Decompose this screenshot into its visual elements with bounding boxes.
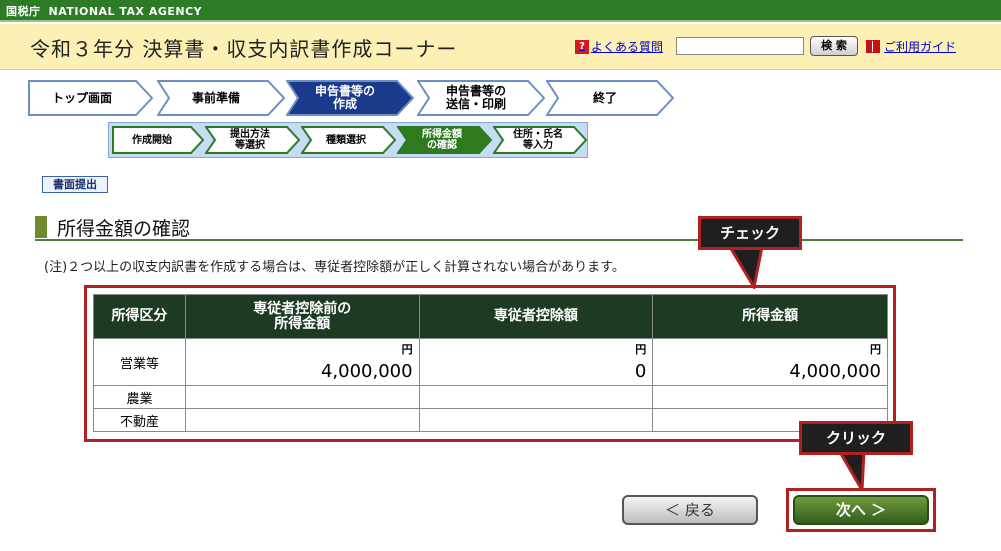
table-cell (184, 385, 420, 409)
table-cell (652, 385, 888, 409)
table-cell (418, 408, 654, 432)
substep-address-name: 住所・氏名 等入力 (493, 126, 587, 154)
next-button[interactable]: 次へ ＞ (793, 495, 929, 525)
step-label: 終了 (592, 90, 617, 105)
unit-label: 円 (401, 343, 413, 356)
faq-link[interactable]: ? よくある質問 (575, 38, 663, 55)
heading-marker (35, 216, 47, 238)
table-row: 営業等 円 4,000,000 円0 円 4,000,000 (93, 338, 888, 386)
question-icon: ? (575, 39, 589, 54)
agency-logo-text: 国税庁 (6, 5, 41, 18)
step-top: トップ画面 (28, 80, 153, 116)
substep-label: 種類選択 (326, 134, 366, 146)
check-callout: チェック (698, 216, 802, 250)
amount-value: 4,000,000 (789, 361, 881, 382)
back-button[interactable]: ＜ 戻る (622, 495, 758, 525)
guide-label: ご利用ガイド (884, 40, 957, 54)
agency-bar: 国税庁 NATIONAL TAX AGENCY (0, 0, 1001, 22)
book-icon (866, 40, 880, 53)
header-income-amount: 所得金額 (652, 294, 888, 339)
substep-type-selection: 種類選択 (301, 126, 396, 154)
header-income-category: 所得区分 (93, 294, 186, 339)
substep-start: 作成開始 (112, 126, 204, 154)
click-callout: クリック (799, 421, 913, 455)
table-cell (184, 408, 420, 432)
section-title: 所得金額の確認 (57, 218, 191, 240)
title-bar: 令和３年分 決算書・収支内訳書作成コーナー ? よくある質問 検 索 ご利用ガイ… (0, 24, 1001, 70)
paper-submission-button[interactable]: 書面提出 (42, 176, 108, 193)
substep-label: 作成開始 (132, 134, 172, 146)
header-dedicated-deduction: 専従者控除額 (418, 294, 654, 339)
income-table-highlight: 所得区分 専従者控除前の 所得金額 専従者控除額 所得金額 営業等 円 4,000… (84, 285, 896, 442)
header-income-before-deduction: 専従者控除前の 所得金額 (184, 294, 420, 339)
page-title: 令和３年分 決算書・収支内訳書作成コーナー (30, 37, 458, 61)
row-label: 営業等 (93, 338, 186, 386)
user-guide-link[interactable]: ご利用ガイド (866, 38, 956, 55)
search-input[interactable] (676, 37, 804, 55)
unit-label: 円 (870, 343, 881, 356)
step-preparation: 事前準備 (157, 80, 285, 116)
step-label: トップ画面 (51, 90, 112, 105)
next-button-highlight: 次へ ＞ (786, 488, 936, 532)
agency-name: NATIONAL TAX AGENCY (48, 5, 203, 18)
amount-value: 0 (634, 361, 647, 382)
search-button[interactable]: 検 索 (810, 36, 858, 56)
step-label: 申告書等の 作成 (314, 84, 375, 111)
unit-label: 円 (635, 343, 647, 356)
check-callout-pointer (728, 247, 764, 289)
step-send-print: 申告書等の 送信・印刷 (417, 80, 545, 116)
amount-value: 4,000,000 (320, 361, 413, 382)
agency-logo[interactable]: 国税庁 NATIONAL TAX AGENCY (6, 3, 202, 19)
table-cell (418, 385, 654, 409)
substep-label: 住所・氏名 等入力 (513, 129, 563, 151)
substep-submission-method: 提出方法 等選択 (205, 126, 300, 154)
table-cell: 円 4,000,000 (652, 338, 888, 386)
row-label: 不動産 (93, 408, 186, 432)
table-cell: 円 4,000,000 (184, 338, 420, 386)
section-heading: 所得金額の確認 (35, 214, 963, 241)
step-label: 申告書等の 送信・印刷 (445, 84, 506, 111)
substep-income-confirm: 所得金額 の確認 (397, 126, 492, 154)
step-finish: 終了 (546, 80, 674, 116)
table-cell: 円0 (418, 338, 654, 386)
substep-label: 提出方法 等選択 (230, 129, 270, 151)
row-label: 農業 (93, 385, 186, 409)
income-table: 所得区分 専従者控除前の 所得金額 専従者控除額 所得金額 営業等 円 4,000… (93, 294, 888, 432)
table-row: 不動産 (93, 408, 888, 432)
substep-label: 所得金額 の確認 (422, 129, 462, 151)
note-text: (注)２つ以上の収支内訳書を作成する場合は、専従者控除額が正しく計算されない場合… (44, 260, 625, 275)
faq-label: よくある質問 (591, 40, 664, 54)
step-create: 申告書等の 作成 (286, 80, 414, 116)
table-row: 農業 (93, 385, 888, 409)
step-label: 事前準備 (191, 90, 240, 105)
progress-steps: トップ画面 事前準備 申告書等の 作成 申告書等の 送信・印刷 終了 作成開始 … (0, 71, 1001, 171)
